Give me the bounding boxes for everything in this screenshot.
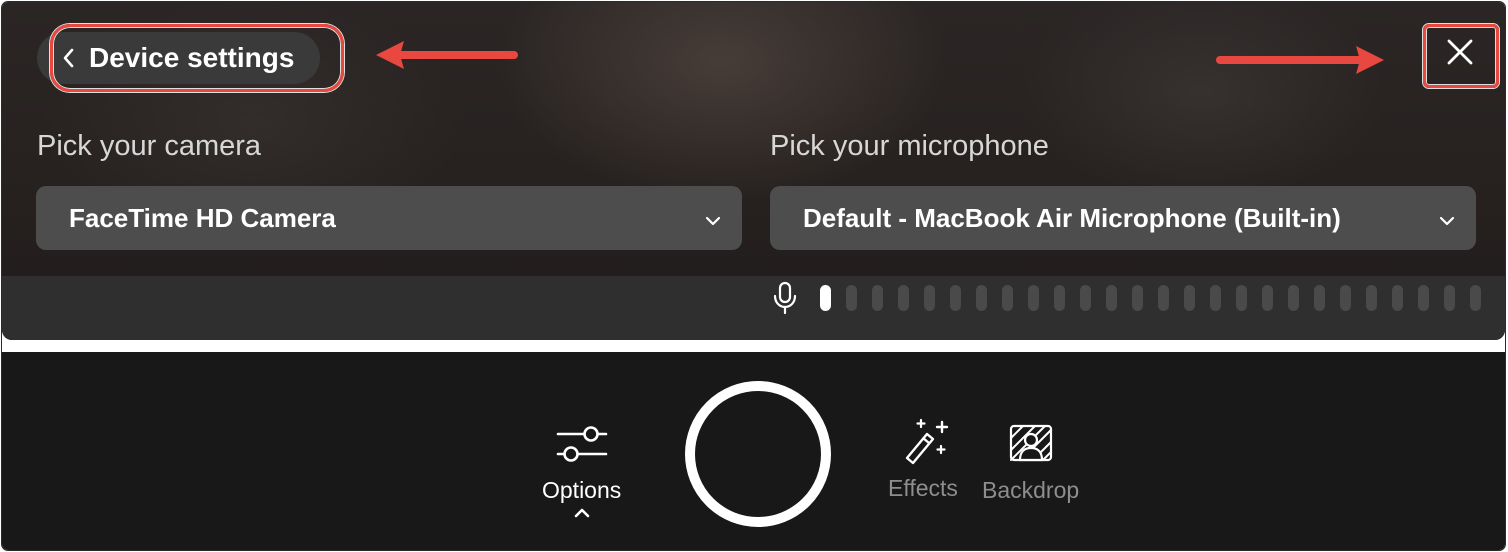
level-bar (1314, 285, 1325, 311)
level-bar (898, 285, 909, 311)
level-bar (872, 285, 883, 311)
backdrop-person-icon (1009, 424, 1053, 469)
level-bar (1366, 285, 1377, 311)
microphone-select-value: Default - MacBook Air Microphone (Built-… (803, 202, 1341, 233)
level-bar (1392, 285, 1403, 311)
level-bar (1132, 285, 1143, 311)
level-bar (846, 285, 857, 311)
chevron-up-icon (572, 506, 592, 524)
level-bar (1028, 285, 1039, 311)
level-bar (1236, 285, 1247, 311)
camera-label: Pick your camera (37, 130, 262, 162)
app-window: Device settings Pick your camera Pick yo… (2, 2, 1505, 550)
level-bar (976, 285, 987, 311)
record-button[interactable] (685, 381, 831, 527)
options-button[interactable]: Options (542, 424, 621, 524)
backdrop-button[interactable]: Backdrop (982, 424, 1079, 504)
level-bar (1054, 285, 1065, 311)
options-label: Options (542, 477, 622, 503)
microphone-select[interactable]: Default - MacBook Air Microphone (Built-… (770, 186, 1476, 250)
magic-wand-icon (897, 418, 949, 473)
chevron-down-icon (1438, 203, 1456, 234)
level-bar (1340, 285, 1351, 311)
close-icon (1445, 37, 1475, 72)
effects-label: Effects (888, 475, 958, 501)
camera-select[interactable]: FaceTime HD Camera (36, 186, 742, 250)
level-bar (1418, 285, 1429, 311)
device-settings-panel: Device settings Pick your camera Pick yo… (2, 2, 1505, 340)
backdrop-label: Backdrop (982, 477, 1080, 503)
level-bar (1106, 285, 1117, 311)
camera-select-value: FaceTime HD Camera (69, 202, 336, 233)
level-bar (1470, 285, 1481, 311)
level-bar (1444, 285, 1455, 311)
effects-button[interactable]: Effects (888, 418, 958, 502)
level-bar (820, 285, 831, 311)
level-bar (1184, 285, 1195, 311)
level-bar (950, 285, 961, 311)
close-button[interactable] (1427, 26, 1493, 82)
level-bars (820, 285, 1481, 311)
back-button[interactable]: Device settings (37, 32, 321, 84)
sliders-icon (556, 424, 608, 469)
level-bar (1288, 285, 1299, 311)
control-bar: Options Effects Backdrop (2, 352, 1505, 550)
level-bar (924, 285, 935, 311)
microphone-icon (772, 281, 798, 315)
level-bar (1210, 285, 1221, 311)
level-bar (1080, 285, 1091, 311)
level-bar (1002, 285, 1013, 311)
microphone-label: Pick your microphone (770, 130, 1049, 162)
chevron-left-icon (61, 46, 77, 70)
back-button-label: Device settings (89, 42, 295, 73)
microphone-level-meter (772, 280, 1481, 316)
level-bar (1262, 285, 1273, 311)
chevron-down-icon (704, 203, 722, 234)
level-bar (1158, 285, 1169, 311)
